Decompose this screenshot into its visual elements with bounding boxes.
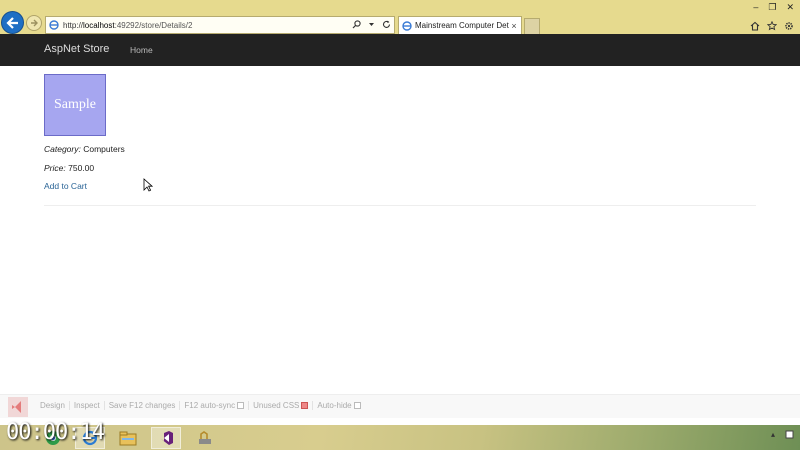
chevron-down-icon[interactable] [367,20,376,29]
brand-link[interactable]: AspNet Store [44,43,109,55]
visual-studio-logo-icon [8,397,28,417]
taskbar-tool-icon[interactable] [190,427,220,449]
browser-link-bar: Design Inspect Save F12 changes F12 auto… [0,394,800,418]
inspect-button[interactable]: Inspect [70,401,105,410]
category-row: Category: Computers [44,144,125,154]
tab-title: Mainstream Computer Det... [415,21,509,30]
autohide-checkbox[interactable] [353,402,361,409]
product-image-label: Sample [54,97,96,112]
price-value: 750.00 [68,163,95,173]
add-to-cart-link[interactable]: Add to Cart [44,181,87,191]
taskbar-visual-studio-icon[interactable] [151,427,181,449]
site-navbar: AspNet Store Home [0,34,800,66]
f12-autosync-label: F12 auto-sync [184,401,236,410]
url-path: :49292/store/Details/2 [114,20,193,30]
nav-home-link[interactable]: Home [130,45,153,55]
tray-chevron-up-icon[interactable]: ▴ [771,430,775,441]
forward-arrow-icon [31,19,38,27]
address-bar[interactable]: http://localhost:49292/store/Details/2 [45,16,395,34]
minimize-button[interactable]: – [753,2,758,13]
taskbar [0,425,800,450]
f12-autosync-toggle[interactable]: F12 auto-sync [180,401,250,410]
back-button[interactable] [1,11,24,34]
autohide-toggle[interactable]: Auto-hide [313,401,364,410]
product-image: Sample [44,74,106,136]
taskbar-explorer-icon[interactable] [113,427,143,449]
divider [44,205,756,206]
restore-button[interactable]: ❐ [768,2,776,13]
search-icon[interactable] [352,20,361,29]
system-tray: ▴ [771,430,794,441]
price-row: Price: 750.00 [44,163,94,173]
back-arrow-icon [5,16,18,29]
tray-network-icon[interactable] [785,430,794,441]
settings-gear-icon[interactable] [784,18,794,30]
favorites-star-icon[interactable] [766,18,778,31]
browser-toolbar-icons [750,18,794,31]
close-tab-icon[interactable]: × [509,21,519,31]
ie-page-icon [49,20,59,30]
home-icon[interactable] [750,18,760,31]
tab-product-details[interactable]: Mainstream Computer Det... × [398,16,522,34]
unused-css-label: Unused CSS [253,401,300,410]
new-tab-button[interactable] [524,18,540,34]
window-controls: – ❐ ✕ [753,2,794,13]
save-f12-changes-button[interactable]: Save F12 changes [105,401,181,410]
mouse-cursor-icon [143,178,153,192]
forward-button[interactable] [26,15,42,31]
url-prefix: http:// [63,20,84,30]
design-button[interactable]: Design [36,401,70,410]
category-label: Category: [44,144,81,154]
unused-css-toggle[interactable]: Unused CSS [249,401,314,410]
url-host: localhost [83,20,115,30]
close-window-button[interactable]: ✕ [786,2,794,13]
ie-page-icon [402,20,412,31]
f12-autosync-checkbox[interactable] [237,402,245,409]
unused-css-checkbox[interactable] [301,402,309,409]
category-value: Computers [83,144,125,154]
price-label: Price: [44,163,66,173]
browser-link-tools: Design Inspect Save F12 changes F12 auto… [36,401,365,410]
recording-timer: 00:00:14 [6,420,105,445]
autohide-label: Auto-hide [317,401,352,410]
refresh-icon[interactable] [382,20,391,29]
browser-chrome: http://localhost:49292/store/Details/2 M… [0,0,800,34]
